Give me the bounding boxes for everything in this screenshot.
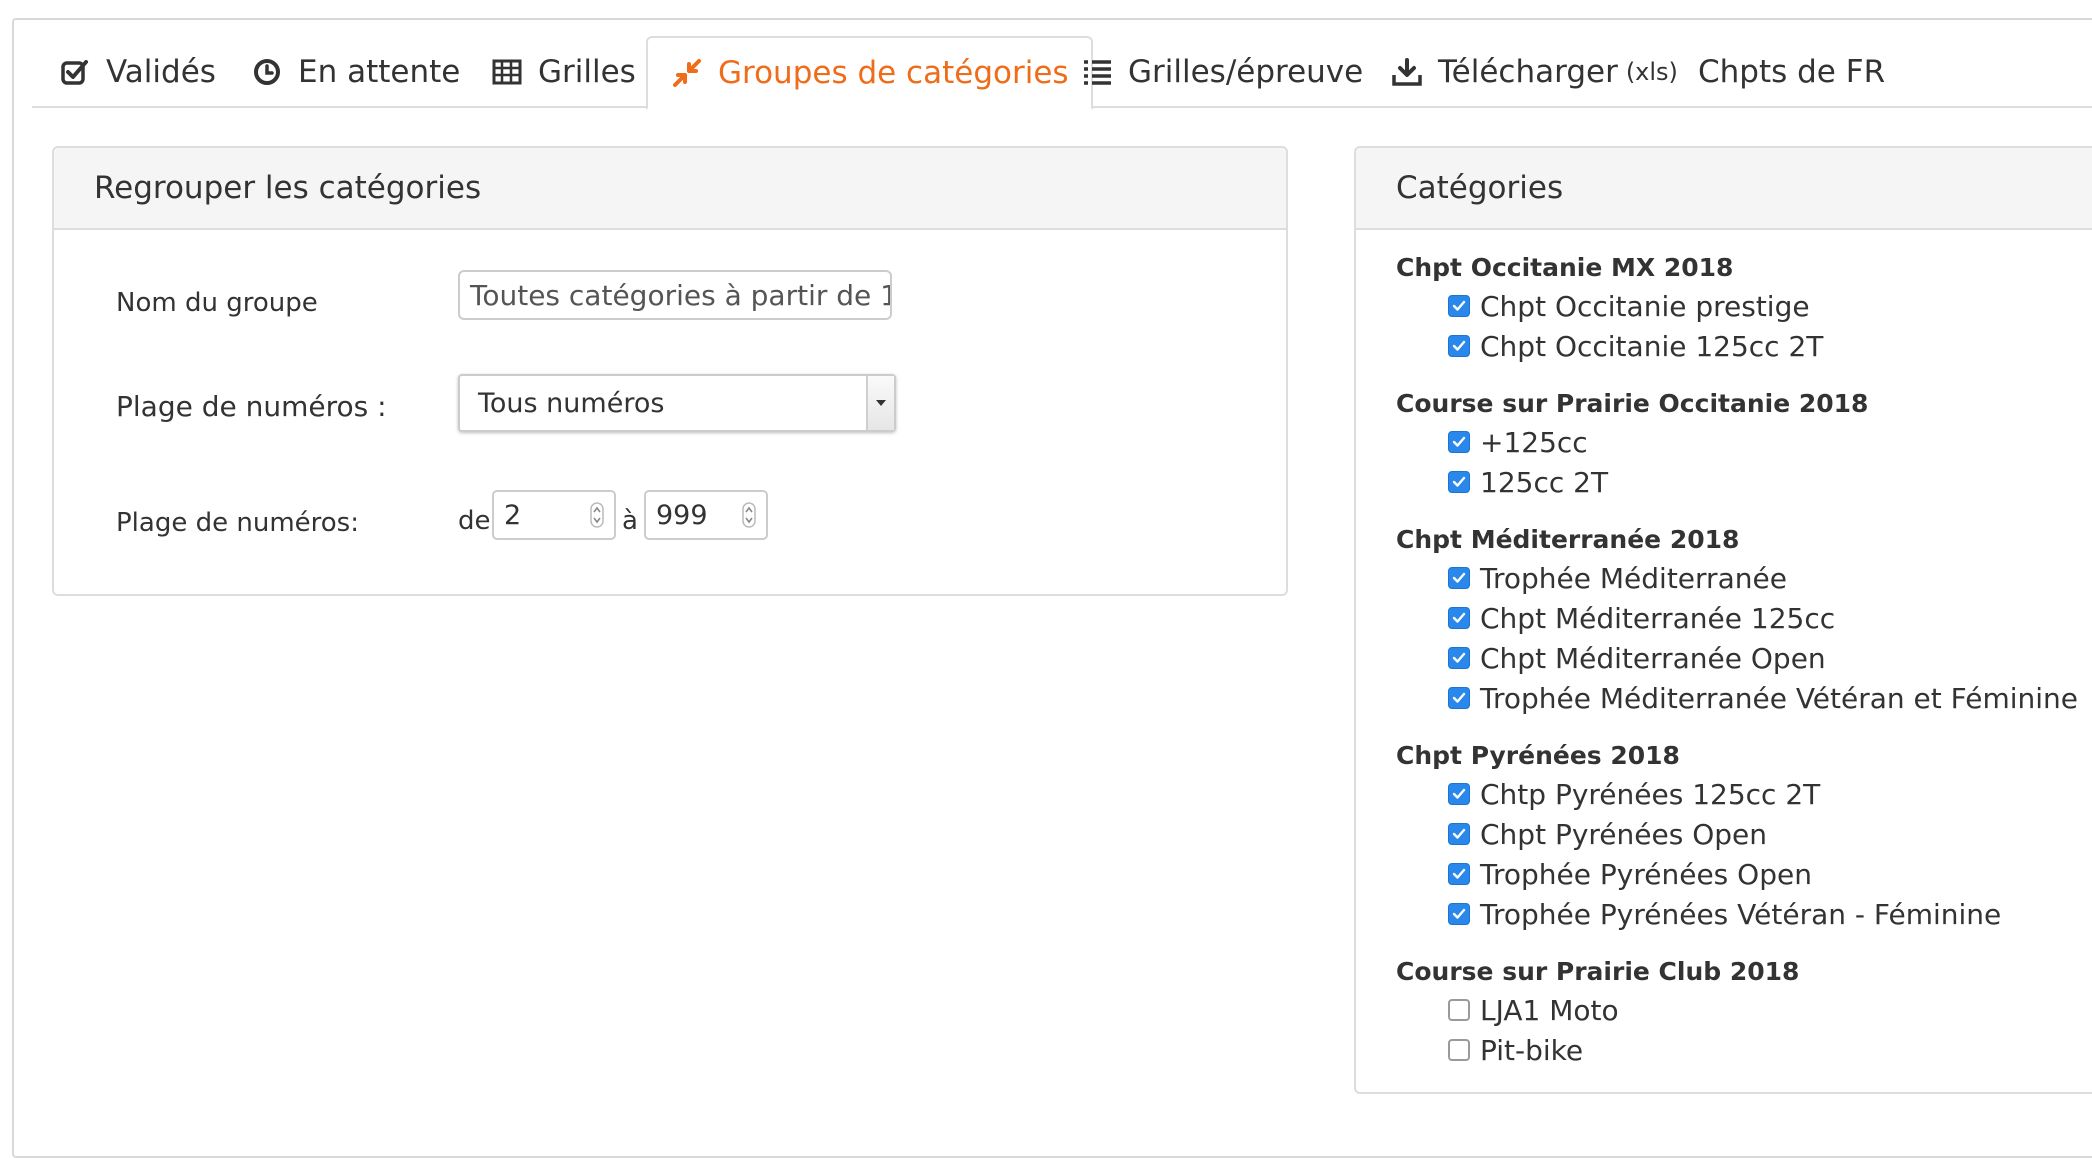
tab-grilles-epreuve[interactable]: Grilles/épreuve [1072,36,1371,108]
category-checkbox-item[interactable]: +125cc [1396,422,2078,462]
category-checkbox-item[interactable]: Chtp Pyrénées 125cc 2T [1396,774,2078,814]
category-label: +125cc [1480,425,1588,459]
checkbox-checked-icon[interactable] [1448,863,1470,885]
list-icon [1080,55,1114,89]
category-checkbox-item[interactable]: Trophée Pyrénées Open [1396,854,2078,894]
range-from-value: 2 [504,500,522,531]
checkbox-checked-icon[interactable] [1448,903,1470,925]
range-to-input[interactable]: 999 [644,490,768,540]
category-label: Chpt Méditerranée 125cc [1480,601,1836,635]
tab-telecharger[interactable]: Télécharger (xls) [1382,36,1686,108]
checkbox-checked-icon[interactable] [1448,823,1470,845]
range-to-value: 999 [656,500,708,531]
category-label: Chpt Occitanie prestige [1480,289,1810,323]
group-name-label: Nom du groupe [116,288,318,318]
tab-suffix: (xls) [1625,58,1678,86]
range-label: Plage de numéros: [116,508,359,538]
compress-icon [670,56,704,90]
category-checkbox-item[interactable]: Chpt Occitanie prestige [1396,286,2078,326]
category-label: Trophée Méditerranée Vétéran et Féminine [1480,681,2079,715]
category-label: Pit-bike [1480,1033,1584,1067]
panel-title: Catégories [1356,148,2092,230]
category-group-title: Chpt Pyrénées 2018 [1396,741,1680,770]
checkbox-checked-icon[interactable] [1448,687,1470,709]
category-label: LJA1 Moto [1480,993,1619,1027]
tab-valides[interactable]: Validés [50,36,224,108]
to-label: à [622,506,638,536]
categories-panel: Catégories Chpt Occitanie MX 2018 Chpt Oc… [1354,146,2092,1094]
checkbox-unchecked-icon[interactable] [1448,999,1470,1021]
tab-label: Télécharger [1438,54,1618,90]
category-group-title: Course sur Prairie Occitanie 2018 [1396,389,1869,418]
tab-label: Validés [106,54,216,90]
category-checkbox-item[interactable]: Trophée Méditerranée Vétéran et Féminine [1396,678,2078,718]
spinner-icon[interactable] [590,502,604,528]
range-type-select[interactable]: Tous numéros [458,374,896,432]
group-name-value: Toutes catégories à partir de 125 [470,279,892,312]
group-form-panel: Regrouper les catégories Nom du groupe T… [52,146,1288,596]
category-checkbox-item[interactable]: 125cc 2T [1396,462,2078,502]
category-label: Chpt Méditerranée Open [1480,641,1826,675]
range-from-input[interactable]: 2 [492,490,616,540]
checkbox-checked-icon[interactable] [1448,647,1470,669]
download-icon [1390,55,1424,89]
checkbox-checked-icon[interactable] [1448,567,1470,589]
category-label: Trophée Méditerranée [1480,561,1787,595]
tab-en-attente[interactable]: En attente [242,36,468,108]
checkbox-checked-icon[interactable] [1448,607,1470,629]
checkbox-checked-icon[interactable] [1448,295,1470,317]
category-checkbox-item[interactable]: Chpt Occitanie 125cc 2T [1396,326,2078,366]
panel-title: Regrouper les catégories [54,148,1286,230]
category-label: Trophée Pyrénées Open [1480,857,1812,891]
categories-list: Chpt Occitanie MX 2018 Chpt Occitanie pre… [1396,250,2078,1070]
category-checkbox-item[interactable]: Chpt Pyrénées Open [1396,814,2078,854]
category-checkbox-item[interactable]: Pit-bike [1396,1030,2078,1070]
tab-label: Grilles [538,54,636,90]
category-label: Chpt Pyrénées Open [1480,817,1767,851]
chevron-down-icon [866,376,894,430]
category-checkbox-item[interactable]: Trophée Pyrénées Vétéran - Féminine [1396,894,2078,934]
check-square-icon [58,55,92,89]
category-label: 125cc 2T [1480,465,1609,499]
category-label: Chpt Occitanie 125cc 2T [1480,329,1824,363]
checkbox-checked-icon[interactable] [1448,471,1470,493]
tab-label: En attente [298,54,461,90]
category-checkbox-item[interactable]: Trophée Méditerranée [1396,558,2078,598]
tab-grilles[interactable]: Grilles [482,36,644,108]
checkbox-checked-icon[interactable] [1448,431,1470,453]
category-checkbox-item[interactable]: LJA1 Moto [1396,990,2078,1030]
tab-label: Groupes de catégories [718,55,1069,91]
range-type-label: Plage de numéros : [116,390,387,423]
tab-chpts-de-fr[interactable]: Chpts de FR [1690,36,1893,108]
category-label: Chtp Pyrénées 125cc 2T [1480,777,1821,811]
category-group-title: Chpt Méditerranée 2018 [1396,525,1740,554]
table-icon [490,55,524,89]
category-checkbox-item[interactable]: Chpt Méditerranée 125cc [1396,598,2078,638]
category-label: Trophée Pyrénées Vétéran - Féminine [1480,897,2002,931]
clock-icon [250,55,284,89]
tab-label: Grilles/épreuve [1128,54,1364,90]
checkbox-unchecked-icon[interactable] [1448,1039,1470,1061]
group-name-input[interactable]: Toutes catégories à partir de 125 [458,270,892,320]
category-group-title: Chpt Occitanie MX 2018 [1396,253,1734,282]
tab-bar: Validés En attente Grilles Groupes de ca… [32,36,2092,110]
from-label: de [458,506,491,536]
spinner-icon[interactable] [742,502,756,528]
range-type-value: Tous numéros [478,388,665,419]
checkbox-checked-icon[interactable] [1448,783,1470,805]
category-group-title: Course sur Prairie Club 2018 [1396,957,1800,986]
tab-groupes-de-categories[interactable]: Groupes de catégories [646,36,1093,110]
category-checkbox-item[interactable]: Chpt Méditerranée Open [1396,638,2078,678]
checkbox-checked-icon[interactable] [1448,335,1470,357]
tab-label: Chpts de FR [1698,54,1886,90]
